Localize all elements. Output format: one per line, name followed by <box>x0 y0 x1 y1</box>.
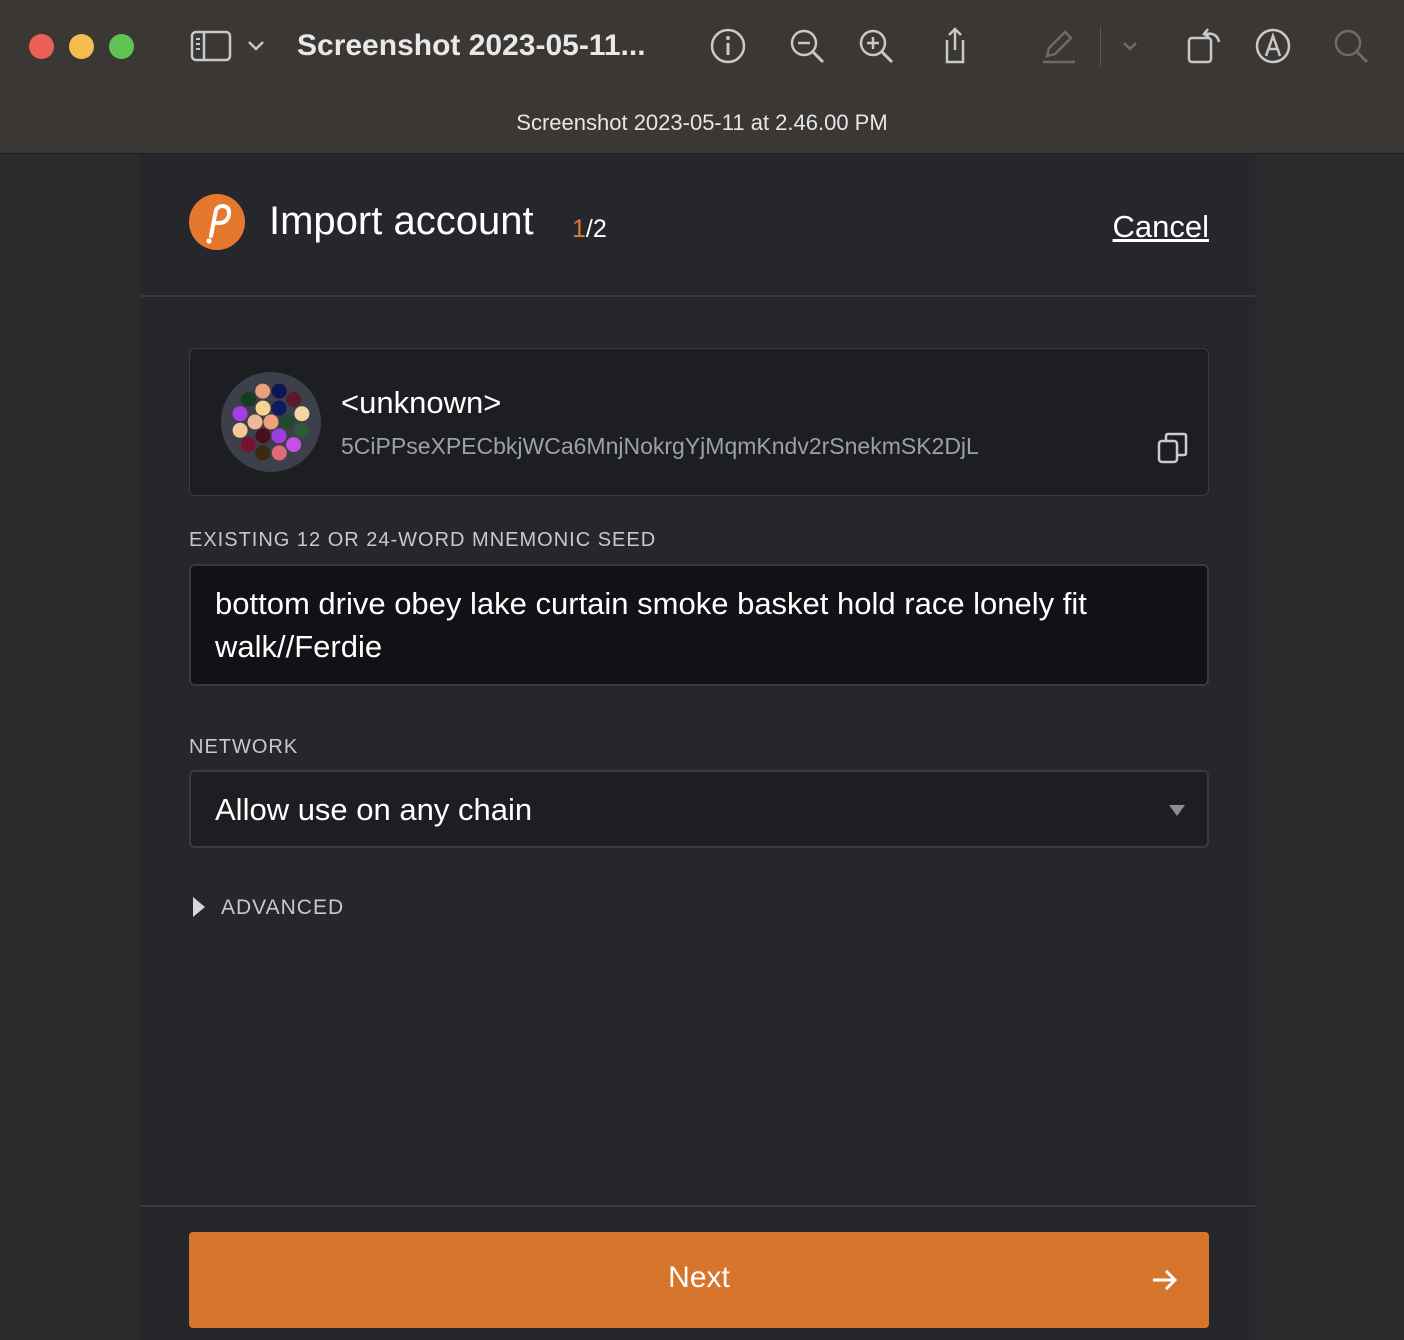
close-window-button[interactable] <box>29 34 54 59</box>
markup-icon[interactable] <box>1251 24 1295 68</box>
account-address: 5CiPPseXPECbkjWCa6MnjNokrgYjMqmKndv2rSne… <box>341 433 979 459</box>
chevron-down-icon[interactable] <box>236 24 276 68</box>
identicon-dot <box>271 428 287 444</box>
mnemonic-seed-input[interactable]: bottom drive obey lake curtain smoke bas… <box>189 564 1209 686</box>
account-card: <unknown> 5CiPPseXPECbkjWCa6MnjNokrgYjMq… <box>189 348 1209 496</box>
identicon-dot <box>247 414 263 430</box>
window-titlebar: Screenshot 2023-05-11... Screenshot 2023… <box>0 0 1404 154</box>
popup-header: Import account 1/2 Cancel <box>141 155 1255 297</box>
identicon-dot <box>255 428 271 444</box>
disclosure-triangle-icon <box>193 897 205 917</box>
dropdown-caret-icon <box>1169 805 1185 816</box>
search-icon[interactable] <box>1329 24 1373 68</box>
identicon-dot <box>255 445 271 461</box>
rotate-icon[interactable] <box>1181 24 1225 68</box>
identicon-dot <box>294 406 310 422</box>
identicon-dot <box>286 437 302 453</box>
next-button[interactable]: Next <box>189 1232 1209 1328</box>
minimize-window-button[interactable] <box>69 34 94 59</box>
info-icon[interactable] <box>706 24 750 68</box>
cancel-link[interactable]: Cancel <box>1113 209 1210 245</box>
identicon-dot <box>279 414 295 430</box>
identicon-dot <box>255 383 271 399</box>
window-subtitle: Screenshot 2023-05-11 at 2.46.00 PM <box>516 110 888 135</box>
identicon-dot <box>263 414 279 430</box>
next-button-label: Next <box>668 1261 730 1294</box>
identicon-dot <box>286 391 302 407</box>
account-name: <unknown> <box>341 385 502 420</box>
identicon-dot <box>271 400 287 416</box>
share-icon[interactable] <box>933 24 977 68</box>
step-indicator: 1/2 <box>572 215 607 244</box>
step-current: 1 <box>572 215 586 243</box>
sidebar-icon[interactable] <box>189 24 233 68</box>
arrow-right-icon <box>1153 1269 1178 1291</box>
zoom-out-icon[interactable] <box>785 24 829 68</box>
identicon-dot <box>232 422 248 438</box>
step-total: /2 <box>585 215 607 243</box>
identicon-dot <box>232 406 248 422</box>
identicon-dot <box>240 391 256 407</box>
zoom-window-button[interactable] <box>109 34 134 59</box>
seed-field-label: EXISTING 12 OR 24-WORD MNEMONIC SEED <box>189 529 657 551</box>
identicon-dot <box>240 437 256 453</box>
identicon-dot <box>294 422 310 438</box>
identicon-dot <box>271 383 287 399</box>
zoom-in-icon[interactable] <box>854 24 898 68</box>
markup-options-chevron-icon[interactable] <box>1110 24 1150 68</box>
polkadot-logo-icon <box>189 194 245 250</box>
page-title: Import account <box>269 199 534 243</box>
footer-divider <box>141 1205 1255 1207</box>
identicon-dot <box>271 445 287 461</box>
advanced-label: ADVANCED <box>221 896 345 919</box>
network-field-label: NETWORK <box>189 736 299 758</box>
pencil-icon[interactable] <box>1037 24 1081 68</box>
account-identicon-icon <box>221 372 321 472</box>
network-select[interactable]: Allow use on any chain <box>189 770 1209 848</box>
extension-popup: Import account 1/2 Cancel <unknown> 5CiP… <box>141 155 1255 1340</box>
copy-icon[interactable] <box>1156 431 1190 465</box>
document-title[interactable]: Screenshot 2023-05-11... <box>297 24 646 68</box>
identicon-dot <box>255 400 271 416</box>
toolbar-divider <box>1100 26 1101 66</box>
network-selected-value: Allow use on any chain <box>215 792 533 827</box>
